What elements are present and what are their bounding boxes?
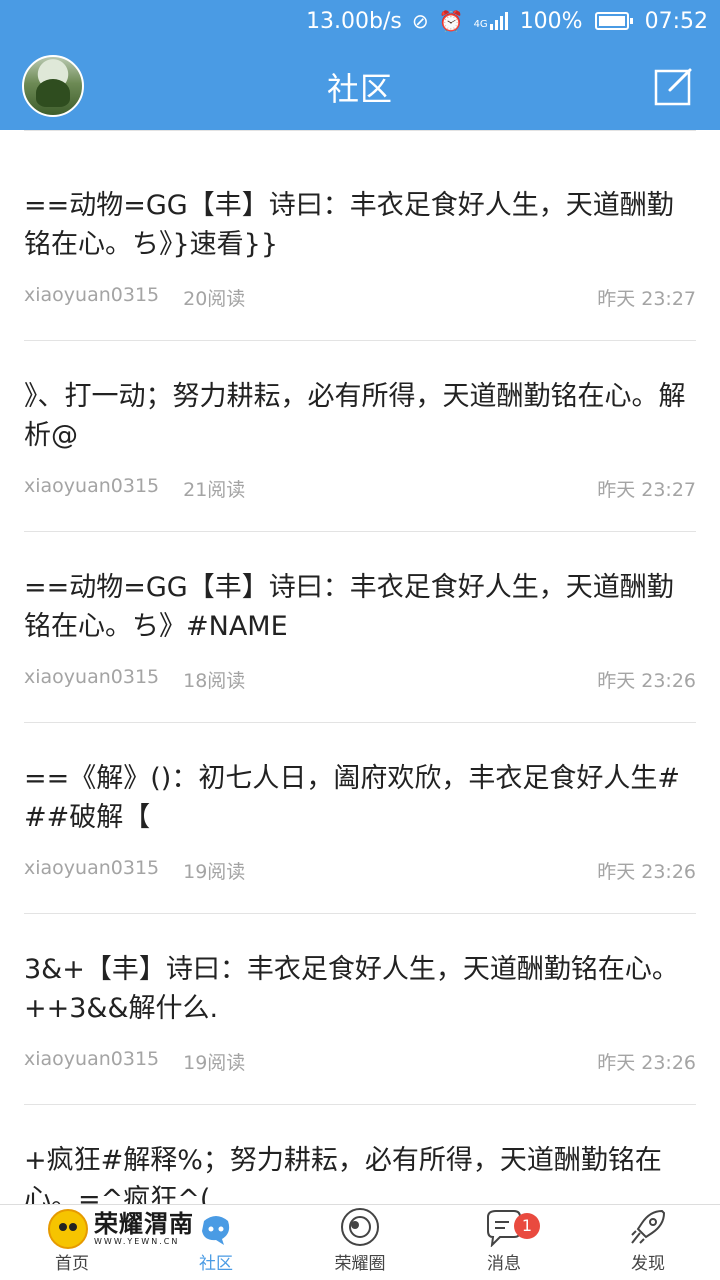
battery-icon — [594, 12, 633, 30]
post-read-count: 19阅读 — [183, 861, 246, 883]
post-title: ==动物=GG【丰】诗曰：丰衣足食好人生，天道酬勤铭在心。ち》#NAME — [24, 572, 674, 642]
alarm-icon: ⏰ — [438, 9, 464, 33]
tab-circle[interactable]: 荣耀圈 — [288, 1205, 432, 1280]
battery-percent: 100% — [519, 8, 583, 34]
compose-icon[interactable] — [654, 66, 694, 106]
post-meta: xiaoyuan0315 21阅读 昨天 23:27 — [24, 475, 696, 502]
brand-logo[interactable]: 荣耀渭南 WWW.YEWN.CN — [48, 1208, 194, 1250]
page-title: 社区 — [326, 70, 393, 108]
post-meta: xiaoyuan0315 20阅读 昨天 23:27 — [24, 284, 696, 311]
post-author: xiaoyuan0315 — [24, 1048, 160, 1070]
post-item[interactable]: 3&+【丰】诗曰：丰衣足食好人生，天道酬勤铭在心。++3&&解什么. xiaoyu… — [24, 914, 696, 1105]
tab-messages-label: 消息 — [487, 1254, 521, 1274]
tab-home-label: 首页 — [55, 1254, 89, 1274]
post-item[interactable]: ==动物=GG【丰】诗曰：丰衣足食好人生，天道酬勤铭在心。ち》#NAME xiao… — [24, 532, 696, 723]
post-time: 昨天 23:26 — [597, 1052, 696, 1074]
divider — [24, 130, 696, 150]
status-bar: 13.00b/s ⊘ ⏰ 4G 100% 07:52 — [0, 0, 720, 42]
post-list[interactable]: ==动物=GG【丰】诗曰：丰衣足食好人生，天道酬勤铭在心。ち》}速看}} xiao… — [0, 130, 720, 1204]
post-read-count: 21阅读 — [183, 479, 246, 501]
tab-messages[interactable]: 1 消息 — [432, 1205, 576, 1280]
post-time: 昨天 23:26 — [597, 670, 696, 692]
post-time: 昨天 23:27 — [597, 288, 696, 310]
post-item[interactable]: ==动物=GG【丰】诗曰：丰衣足食好人生，天道酬勤铭在心。ち》}速看}} xiao… — [24, 150, 696, 341]
post-item[interactable]: 》、打一动；努力耕耘，必有所得，天道酬勤铭在心。解析@ xiaoyuan0315 2… — [24, 341, 696, 532]
tab-circle-label: 荣耀圈 — [334, 1254, 386, 1274]
post-title: +疯狂#解释%；努力耕耘，必有所得，天道酬勤铭在心。=^疯狂^( — [24, 1145, 662, 1204]
post-meta: xiaoyuan0315 19阅读 昨天 23:26 — [24, 857, 696, 884]
tab-discover[interactable]: 发现 — [576, 1205, 720, 1280]
post-title: ==《解》()：初七人日，阖府欢欣，丰衣足食好人生###破解【 — [24, 763, 680, 833]
post-author: xiaoyuan0315 — [24, 666, 160, 688]
post-read-count: 18阅读 — [183, 670, 246, 692]
circle-icon — [341, 1208, 379, 1246]
post-item[interactable]: +疯狂#解释%；努力耕耘，必有所得，天道酬勤铭在心。=^疯狂^( — [24, 1105, 696, 1204]
rocket-icon — [631, 1209, 666, 1244]
brand-mascot-icon — [48, 1209, 88, 1249]
post-title: ==动物=GG【丰】诗曰：丰衣足食好人生，天道酬勤铭在心。ち》}速看}} — [24, 190, 674, 260]
tab-discover-label: 发现 — [631, 1254, 665, 1274]
network-speed: 13.00b/s — [306, 8, 402, 34]
post-title: 3&+【丰】诗曰：丰衣足食好人生，天道酬勤铭在心。++3&&解什么. — [24, 954, 679, 1024]
post-item[interactable]: ==《解》()：初七人日，阖府欢欣，丰衣足食好人生###破解【 xiaoyuan0… — [24, 723, 696, 914]
brand-name: 荣耀渭南 — [94, 1210, 194, 1238]
post-read-count: 20阅读 — [183, 288, 246, 310]
network-type: 4G — [473, 19, 488, 30]
post-author: xiaoyuan0315 — [24, 284, 160, 306]
tab-community-label: 社区 — [199, 1254, 233, 1274]
post-title: 》、打一动；努力耕耘，必有所得，天道酬勤铭在心。解析@ — [24, 381, 686, 451]
community-icon — [202, 1216, 230, 1245]
clock: 07:52 — [644, 8, 708, 34]
post-time: 昨天 23:27 — [597, 479, 696, 501]
post-meta: xiaoyuan0315 19阅读 昨天 23:26 — [24, 1048, 696, 1075]
post-author: xiaoyuan0315 — [24, 857, 160, 879]
post-meta: xiaoyuan0315 18阅读 昨天 23:26 — [24, 666, 696, 693]
vibrate-off-icon: ⊘ — [411, 9, 429, 33]
brand-url: WWW.YEWN.CN — [94, 1237, 180, 1246]
post-author: xiaoyuan0315 — [24, 475, 160, 497]
post-read-count: 19阅读 — [183, 1052, 246, 1074]
post-time: 昨天 23:26 — [597, 861, 696, 883]
message-badge: 1 — [514, 1213, 540, 1239]
app-bar: 社区 — [0, 42, 720, 130]
signal-icon: 4G — [474, 12, 510, 30]
